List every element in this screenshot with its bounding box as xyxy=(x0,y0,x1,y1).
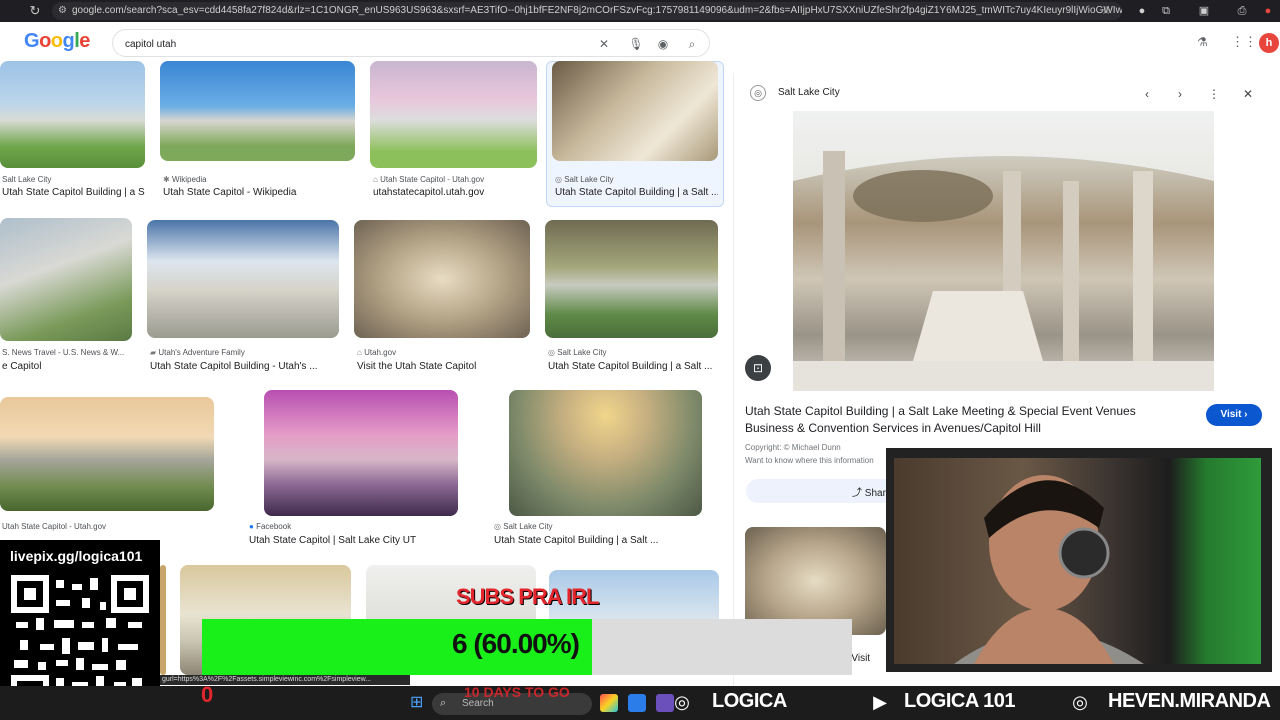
chrome-profile-icon[interactable]: ● xyxy=(1260,3,1276,19)
result-title[interactable]: utahstatecapitol.utah.gov xyxy=(373,187,537,198)
result-source: ✱ Wikipedia xyxy=(163,175,207,184)
donation-url: livepix.gg/logica101 xyxy=(10,548,143,564)
taskbar-app-icon[interactable] xyxy=(600,694,618,712)
result-image[interactable] xyxy=(147,220,339,338)
instagram-icon: ◎ xyxy=(674,692,690,712)
search-input[interactable] xyxy=(125,35,565,53)
site-info-icon[interactable]: ⚙ xyxy=(58,2,67,20)
youtube-icon: ▶ xyxy=(873,692,887,712)
brand-label: LOGICA xyxy=(712,690,787,712)
result-image[interactable] xyxy=(545,220,718,338)
result-source: Salt Lake City xyxy=(2,175,52,184)
result-image[interactable] xyxy=(509,390,702,516)
result-image[interactable] xyxy=(0,397,214,511)
clear-icon[interactable]: ✕ xyxy=(595,35,613,53)
search-icon[interactable]: ⌕ xyxy=(683,35,701,53)
webcam-feed xyxy=(894,458,1261,664)
close-icon[interactable]: ✕ xyxy=(1239,85,1257,103)
result-image[interactable] xyxy=(354,220,530,338)
result-source: ◎ Salt Lake City xyxy=(548,348,607,357)
previous-arrow-icon[interactable]: ‹ xyxy=(1138,85,1156,103)
result-image[interactable] xyxy=(160,61,355,161)
windows-start-icon[interactable]: ⊞ xyxy=(410,694,428,712)
search-box[interactable]: ✕ 🎙 ◉ ⌕ xyxy=(112,29,710,57)
apps-grid-icon[interactable]: ⋮⋮ xyxy=(1231,34,1257,50)
browser-toolbar: ↻ ⚙ google.com/search?sca_esv=cdd4458fa2… xyxy=(0,0,1280,22)
webcam-overlay xyxy=(886,448,1272,672)
side-panel-icon[interactable]: ▣ xyxy=(1196,3,1212,19)
subs-goal-value: 6 (60.00%) xyxy=(452,628,580,659)
result-title[interactable]: Utah State Capitol Building - Utah's ... xyxy=(150,361,339,372)
next-arrow-icon[interactable]: › xyxy=(1171,85,1189,103)
taskbar-search-icon: ⌕ xyxy=(440,697,447,709)
result-title[interactable]: Utah State Capitol Building | a Salt ... xyxy=(555,187,718,198)
preview-image[interactable] xyxy=(793,111,1214,391)
result-title[interactable]: Utah State Capitol - Wikipedia xyxy=(163,187,355,198)
result-source: ▰ Utah's Adventure Family xyxy=(150,348,245,357)
more-options-icon[interactable]: ⋮ xyxy=(1205,85,1223,103)
result-source: S. News Travel - U.S. News & W... xyxy=(2,348,125,357)
streamer-silhouette xyxy=(954,475,1144,664)
image-info-link[interactable]: Want to know where this information xyxy=(745,456,874,465)
google-logo[interactable]: Google xyxy=(24,30,90,53)
profile-icon[interactable]: ⎙ xyxy=(1234,3,1250,19)
result-image[interactable] xyxy=(0,218,132,341)
result-image[interactable] xyxy=(264,390,458,516)
result-title[interactable]: Visit the Utah State Capitol xyxy=(357,361,530,372)
address-url: google.com/search?sca_esv=cdd4458fa27f82… xyxy=(72,5,1122,16)
visit-button[interactable]: Visit › xyxy=(1206,404,1262,426)
result-source: ⌂ Utah.gov xyxy=(357,348,397,357)
labs-icon[interactable]: ⚗ xyxy=(1197,35,1213,51)
site-favicon-icon: ◎ xyxy=(750,85,766,101)
reload-icon[interactable]: ↻ xyxy=(26,2,44,20)
donation-counter: 0 xyxy=(201,682,214,707)
result-source: Utah State Capitol - Utah.gov xyxy=(2,522,107,531)
result-source: ⌂ Utah State Capitol - Utah.gov xyxy=(373,175,485,184)
share-label[interactable]: ⤴ Shar xyxy=(852,484,886,499)
lens-icon[interactable]: ◉ xyxy=(654,35,672,53)
result-title[interactable]: e Capitol xyxy=(2,361,132,372)
panel-site-name[interactable]: Salt Lake City xyxy=(778,87,840,98)
subs-goal-title: SUBS PRA IRL xyxy=(456,584,599,609)
account-avatar[interactable]: h xyxy=(1259,33,1279,53)
result-title[interactable]: Utah State Capitol Building | a Salt ... xyxy=(548,361,718,372)
bookmark-star-icon[interactable]: ☆ xyxy=(1098,3,1114,19)
result-title[interactable]: Utah State Capitol | Salt Lake City UT xyxy=(249,535,469,546)
image-copyright: Copyright: © Michael Dunn xyxy=(745,443,841,452)
result-source: ◎ Salt Lake City xyxy=(555,175,614,184)
preview-image-art xyxy=(793,111,1214,391)
status-url: gurl=https%3A%2F%2Fassets.simpleviewinc.… xyxy=(160,675,410,685)
microphone-icon[interactable]: 🎙 xyxy=(627,35,645,53)
result-image[interactable] xyxy=(370,61,537,168)
extensions-puzzle-icon[interactable]: ⧉ xyxy=(1158,3,1174,19)
visual-search-icon[interactable]: ⊡ xyxy=(745,355,771,381)
instagram-handle: HEVEN.MIRANDA xyxy=(1108,690,1271,712)
share-icon: ⤴ xyxy=(852,488,865,499)
taskbar-app-icon[interactable] xyxy=(628,694,646,712)
instagram-icon: ◎ xyxy=(1072,692,1088,712)
result-title[interactable]: Utah State Capitol Building | a Salt ... xyxy=(494,535,702,546)
address-bar[interactable]: ⚙ google.com/search?sca_esv=cdd4458fa27f… xyxy=(52,2,1122,20)
youtube-handle: LOGICA 101 xyxy=(904,690,1015,712)
result-source: ◎ Salt Lake City xyxy=(494,522,553,531)
result-source: ● Facebook xyxy=(249,522,292,531)
subs-goal-days: 10 DAYS TO GO xyxy=(464,684,570,700)
result-title[interactable]: Utah State Capitol Building | a Salt ... xyxy=(2,187,145,198)
panel-title[interactable]: Utah State Capitol Building | a Salt Lak… xyxy=(745,403,1155,437)
result-image[interactable] xyxy=(160,565,166,675)
extension-icon[interactable]: ● xyxy=(1134,3,1150,19)
result-image[interactable] xyxy=(0,61,145,168)
result-image[interactable] xyxy=(552,61,718,161)
